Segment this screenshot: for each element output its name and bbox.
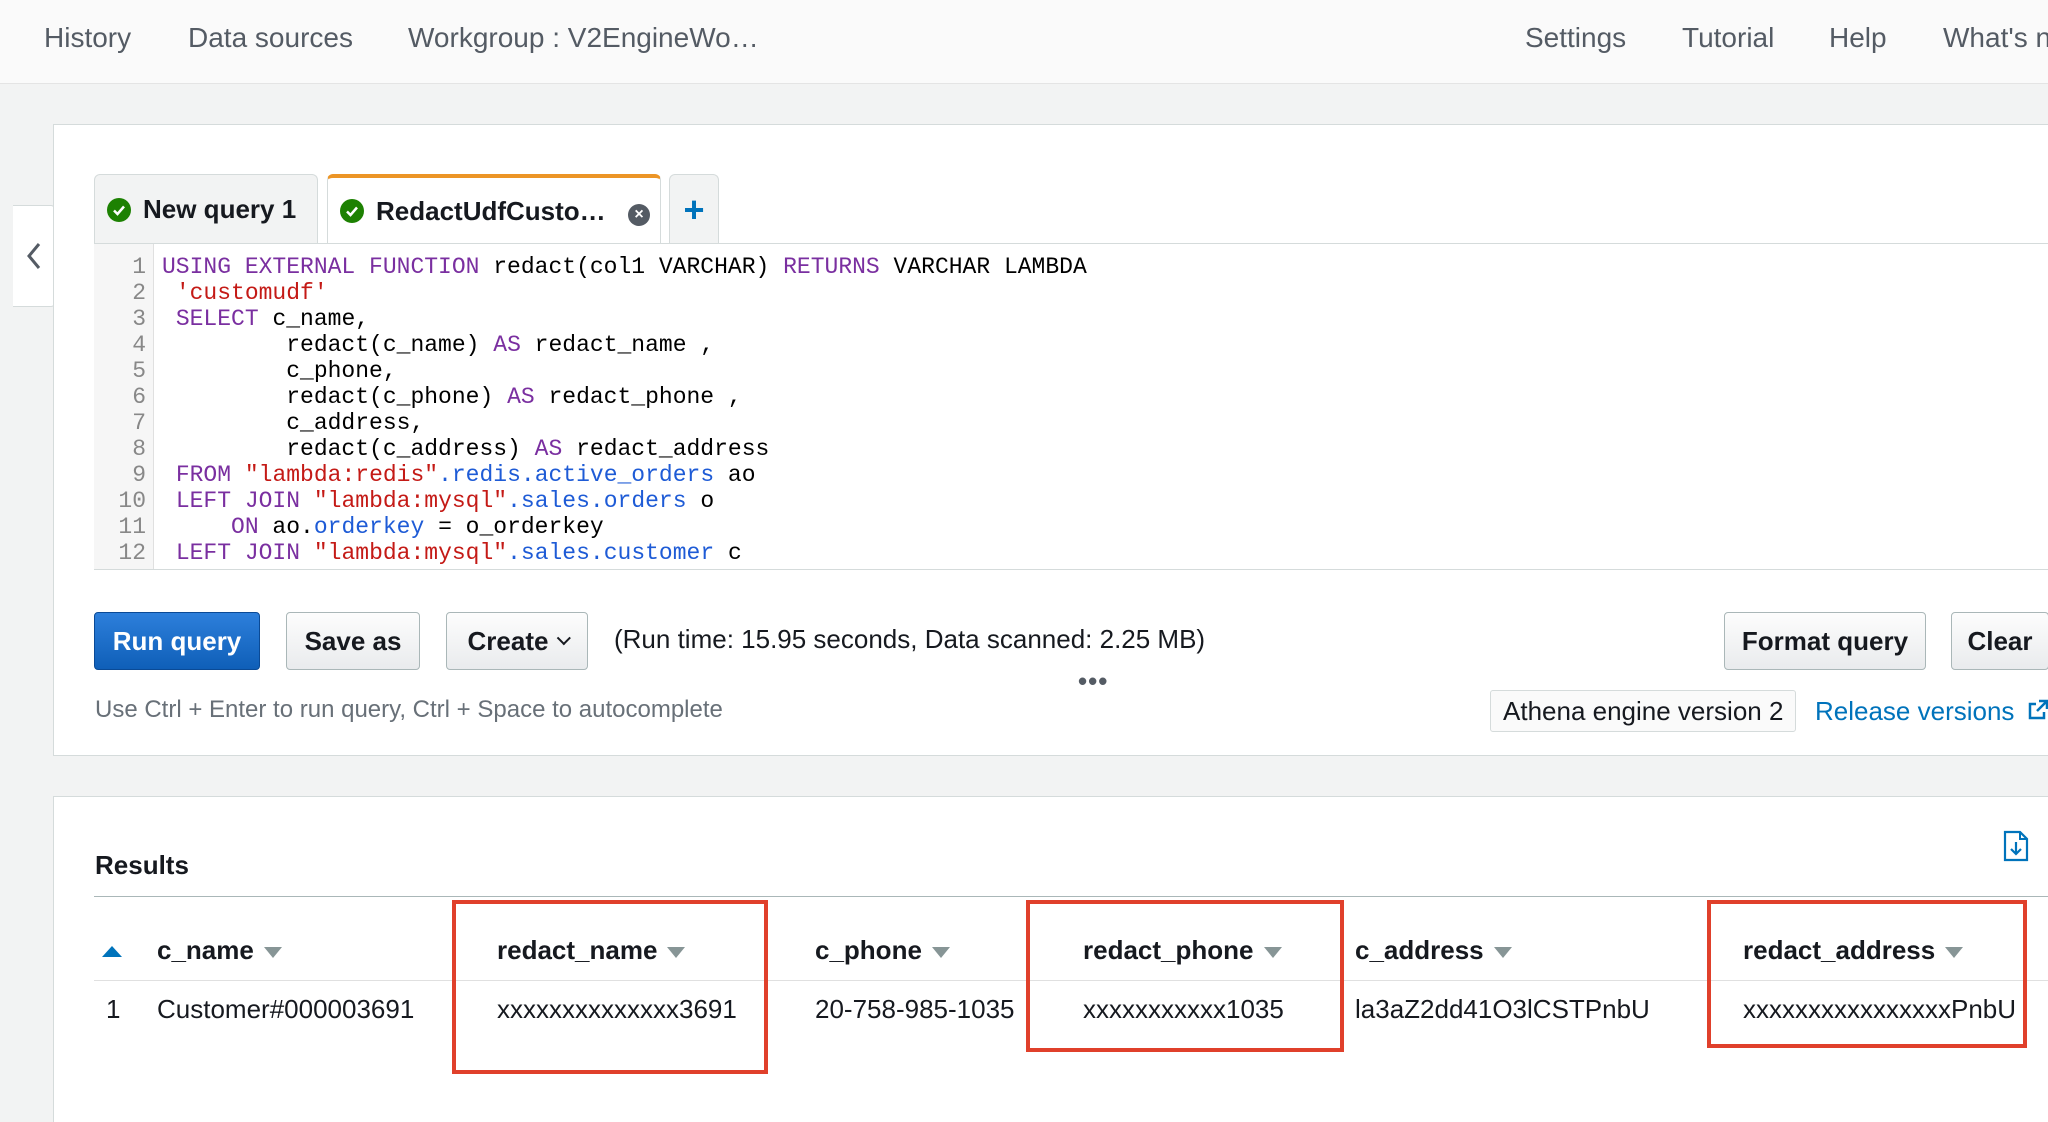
highlight-box-redact-phone [1026, 900, 1344, 1052]
sort-caret-icon [1493, 946, 1512, 958]
row-number: 1 [106, 994, 121, 1024]
success-check-icon [107, 197, 131, 222]
sidebar-toggle-button[interactable] [13, 205, 55, 307]
success-check-icon [340, 199, 364, 223]
add-tab-button[interactable]: + [669, 174, 719, 244]
download-file-icon[interactable] [2002, 830, 2030, 862]
save-as-button[interactable]: Save as [286, 612, 420, 670]
tab-new-query-1[interactable]: New query 1 [94, 174, 318, 244]
tab-label: RedactUdfCusto… [376, 195, 606, 226]
table-cell: la3aZ2dd41O3lCSTPnbU [1355, 994, 1650, 1024]
sort-caret-icon [931, 946, 950, 958]
nav-settings[interactable]: Settings [1525, 22, 1626, 54]
external-link-icon [2028, 699, 2048, 720]
format-query-button[interactable]: Format query [1724, 612, 1926, 670]
chevron-down-icon [557, 631, 572, 646]
sort-ascending-icon[interactable] [102, 946, 122, 957]
top-navigation: History Data sources Workgroup : V2Engin… [0, 0, 2048, 84]
create-dropdown-button[interactable]: Create [446, 612, 588, 670]
tab-redact-udf[interactable]: RedactUdfCusto… × [327, 174, 661, 244]
results-divider [94, 896, 2048, 897]
table-cell: 20-758-985-1035 [815, 994, 1015, 1024]
chevron-left-icon [26, 243, 40, 269]
run-info-text: (Run time: 15.95 seconds, Data scanned: … [614, 624, 1206, 654]
nav-history[interactable]: History [44, 22, 131, 54]
highlight-box-redact-name [452, 900, 768, 1074]
results-title: Results [95, 850, 189, 880]
nav-workgroup[interactable]: Workgroup : V2EngineWo… [408, 22, 759, 54]
engine-version-badge: Athena engine version 2 [1490, 690, 1797, 732]
run-query-button[interactable]: Run query [94, 612, 260, 670]
close-tab-icon[interactable]: × [628, 204, 650, 226]
highlight-box-redact-address [1707, 900, 2027, 1048]
create-label: Create [467, 625, 549, 656]
column-header-c-address[interactable]: c_address [1355, 935, 1512, 966]
table-cell: Customer#000003691 [157, 994, 415, 1024]
nav-whats-new[interactable]: What's n [1943, 22, 2048, 54]
sql-editor[interactable]: 1 USING EXTERNAL FUNCTION redact(col1 VAR… [94, 243, 2048, 570]
nav-help[interactable]: Help [1829, 22, 1887, 54]
nav-tutorial[interactable]: Tutorial [1682, 22, 1774, 54]
release-versions-link[interactable]: Release versions [1815, 696, 2014, 727]
tab-label: New query 1 [143, 194, 297, 224]
keyboard-hint-text: Use Ctrl + Enter to run query, Ctrl + Sp… [95, 696, 723, 723]
column-header-c-phone[interactable]: c_phone [815, 935, 950, 966]
nav-data-sources[interactable]: Data sources [188, 22, 353, 54]
resize-handle-icon[interactable]: ••• [1078, 666, 1108, 697]
column-header-c-name[interactable]: c_name [157, 935, 282, 966]
clear-button[interactable]: Clear [1951, 612, 2048, 670]
sort-caret-icon [263, 946, 282, 958]
